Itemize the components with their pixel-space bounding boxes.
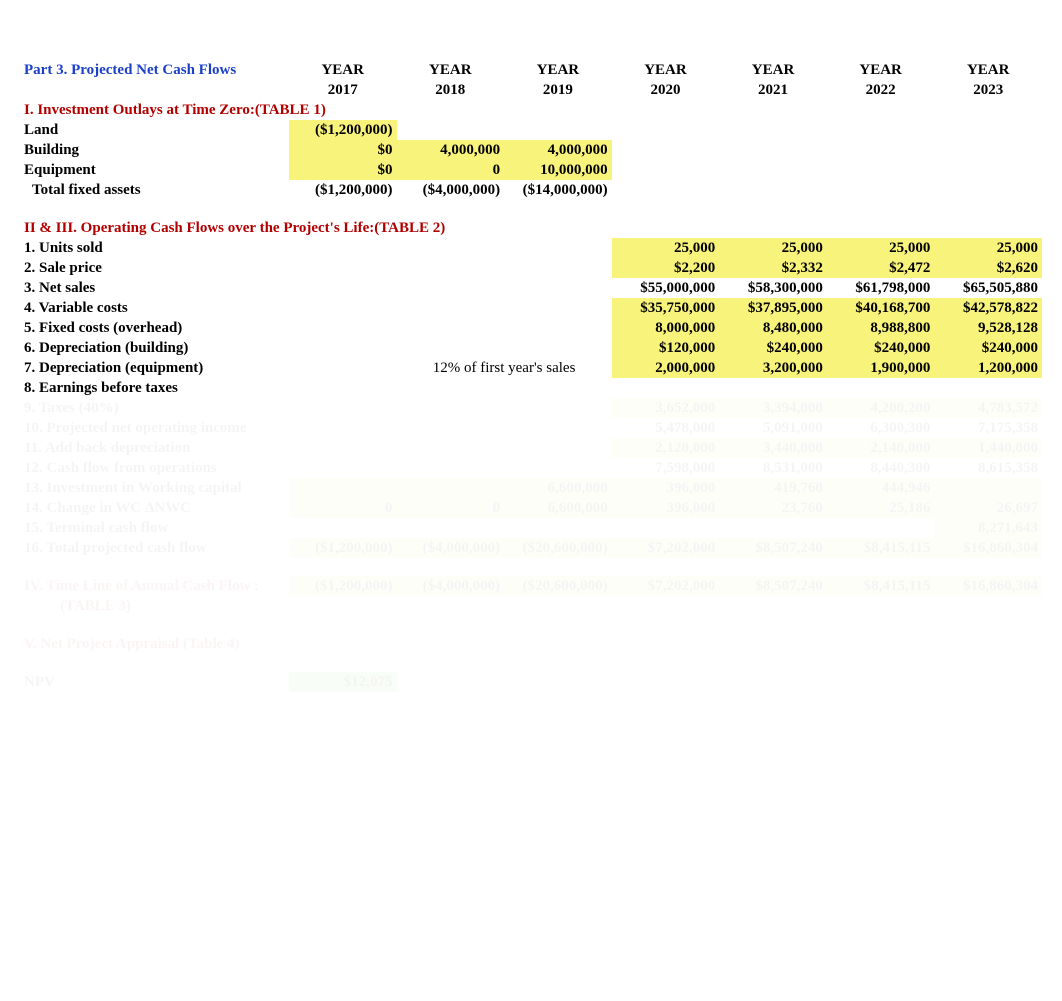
row-faded-14: 14. Change in WC ΔNWC 0 0 6,600,000 396,… xyxy=(20,498,1042,518)
cell: $58,300,000 xyxy=(719,278,827,298)
row-section-v: V. Net Project Appraisal (Table 4) xyxy=(20,634,1042,654)
label-equipment: Equipment xyxy=(20,160,289,180)
year-2022: 2022 xyxy=(827,80,935,100)
row-total-fixed-assets: Total fixed assets ($1,200,000) ($4,000,… xyxy=(20,180,1042,200)
label-total-fixed: Total fixed assets xyxy=(20,180,289,200)
label-sale-price: 2. Sale price xyxy=(20,258,289,278)
cell: $2,620 xyxy=(934,258,1042,278)
cell: 8,988,800 xyxy=(827,318,935,338)
cell: ($4,000,000) xyxy=(397,180,505,200)
row-variable-costs: 4. Variable costs $35,750,000 $37,895,00… xyxy=(20,298,1042,318)
label-ebt: 8. Earnings before taxes xyxy=(20,378,289,398)
cell: ($1,200,000) xyxy=(289,120,397,140)
year-2021: 2021 xyxy=(719,80,827,100)
cash-flow-table: Part 3. Projected Net Cash Flows YEAR YE… xyxy=(20,60,1042,692)
cell: 1,900,000 xyxy=(827,358,935,378)
cell: 2,000,000 xyxy=(612,358,720,378)
cell: $2,472 xyxy=(827,258,935,278)
cell: $65,505,880 xyxy=(934,278,1042,298)
row-faded-15: 15. Terminal cash flow 8,271,643 xyxy=(20,518,1042,538)
cell: $55,000,000 xyxy=(612,278,720,298)
cell: $35,750,000 xyxy=(612,298,720,318)
cell: 0 xyxy=(397,160,505,180)
row-net-sales: 3. Net sales $55,000,000 $58,300,000 $61… xyxy=(20,278,1042,298)
row-units-sold: 1. Units sold 25,000 25,000 25,000 25,00… xyxy=(20,238,1042,258)
label-building: Building xyxy=(20,140,289,160)
year-2019: 2019 xyxy=(504,80,612,100)
cell: 1,200,000 xyxy=(934,358,1042,378)
cell xyxy=(397,120,505,140)
cell: 8,000,000 xyxy=(612,318,720,338)
cell: 25,000 xyxy=(719,238,827,258)
row-faded-12: 12. Cash flow from operations 7,598,000 … xyxy=(20,458,1042,478)
label-variable-costs: 4. Variable costs xyxy=(20,298,289,318)
year-header-2019: YEAR xyxy=(504,60,612,80)
cell: $61,798,000 xyxy=(827,278,935,298)
year-2020: 2020 xyxy=(612,80,720,100)
label-dep-equipment: 7. Depreciation (equipment) xyxy=(20,358,289,378)
year-header-2021: YEAR xyxy=(719,60,827,80)
row-faded-11: 11. Add back depreciation 2,120,000 3,44… xyxy=(20,438,1042,458)
dep-note: 12% of first year's sales xyxy=(397,358,612,378)
label-net-sales: 3. Net sales xyxy=(20,278,289,298)
cell: $40,168,700 xyxy=(827,298,935,318)
cell: $120,000 xyxy=(612,338,720,358)
year-header-2018: YEAR xyxy=(397,60,505,80)
year-2017: 2017 xyxy=(289,80,397,100)
row-dep-equipment: 7. Depreciation (equipment) 12% of first… xyxy=(20,358,1042,378)
label-fixed-costs: 5. Fixed costs (overhead) xyxy=(20,318,289,338)
cell: $37,895,000 xyxy=(719,298,827,318)
cell: ($14,000,000) xyxy=(504,180,612,200)
year-header-2022: YEAR xyxy=(827,60,935,80)
year-header-2020: YEAR xyxy=(612,60,720,80)
row-faded-9: 9. Taxes (40%) 3,652,000 3,394,000 4,200… xyxy=(20,398,1042,418)
section-2-title: II & III. Operating Cash Flows over the … xyxy=(20,218,1042,238)
row-equipment: Equipment $0 0 10,000,000 xyxy=(20,160,1042,180)
cell: 8,480,000 xyxy=(719,318,827,338)
faded-rows-block: 9. Taxes (40%) 3,652,000 3,394,000 4,200… xyxy=(20,398,1042,692)
year-header-2017: YEAR xyxy=(289,60,397,80)
cell: $0 xyxy=(289,160,397,180)
cell: 9,528,128 xyxy=(934,318,1042,338)
row-land: Land ($1,200,000) xyxy=(20,120,1042,140)
row-faded-10: 10. Projected net operating income 5,478… xyxy=(20,418,1042,438)
row-sale-price: 2. Sale price $2,200 $2,332 $2,472 $2,62… xyxy=(20,258,1042,278)
cell: 3,200,000 xyxy=(719,358,827,378)
cell: ($1,200,000) xyxy=(289,180,397,200)
row-fixed-costs: 5. Fixed costs (overhead) 8,000,000 8,48… xyxy=(20,318,1042,338)
cell: $42,578,822 xyxy=(934,298,1042,318)
cell: $2,200 xyxy=(612,258,720,278)
year-header-2023: YEAR xyxy=(934,60,1042,80)
page-title: Part 3. Projected Net Cash Flows xyxy=(20,60,289,80)
row-faded-13: 13. Investment in Working capital 6,600,… xyxy=(20,478,1042,498)
cell xyxy=(504,120,612,140)
row-npv: NPV $12,075 xyxy=(20,672,1042,692)
label-dep-building: 6. Depreciation (building) xyxy=(20,338,289,358)
cell: 4,000,000 xyxy=(397,140,505,160)
cell: $0 xyxy=(289,140,397,160)
label-units-sold: 1. Units sold xyxy=(20,238,289,258)
year-2023: 2023 xyxy=(934,80,1042,100)
cell: $240,000 xyxy=(827,338,935,358)
row-building: Building $0 4,000,000 4,000,000 xyxy=(20,140,1042,160)
year-2018: 2018 xyxy=(397,80,505,100)
row-dep-building: 6. Depreciation (building) $120,000 $240… xyxy=(20,338,1042,358)
row-ebt: 8. Earnings before taxes xyxy=(20,378,1042,398)
section-1-title: I. Investment Outlays at Time Zero:(TABL… xyxy=(20,100,1042,120)
cell: $2,332 xyxy=(719,258,827,278)
label-land: Land xyxy=(20,120,289,140)
row-section-iv: IV. Time Line of Annual Cash Flow : ($1,… xyxy=(20,576,1042,596)
cell: 4,000,000 xyxy=(504,140,612,160)
row-faded-16: 16. Total projected cash flow ($1,200,00… xyxy=(20,538,1042,558)
cell: $240,000 xyxy=(934,338,1042,358)
cell: 25,000 xyxy=(612,238,720,258)
cell: 25,000 xyxy=(934,238,1042,258)
spreadsheet-sheet: Part 3. Projected Net Cash Flows YEAR YE… xyxy=(0,0,1062,712)
cell: 10,000,000 xyxy=(504,160,612,180)
cell: 25,000 xyxy=(827,238,935,258)
cell: $240,000 xyxy=(719,338,827,358)
